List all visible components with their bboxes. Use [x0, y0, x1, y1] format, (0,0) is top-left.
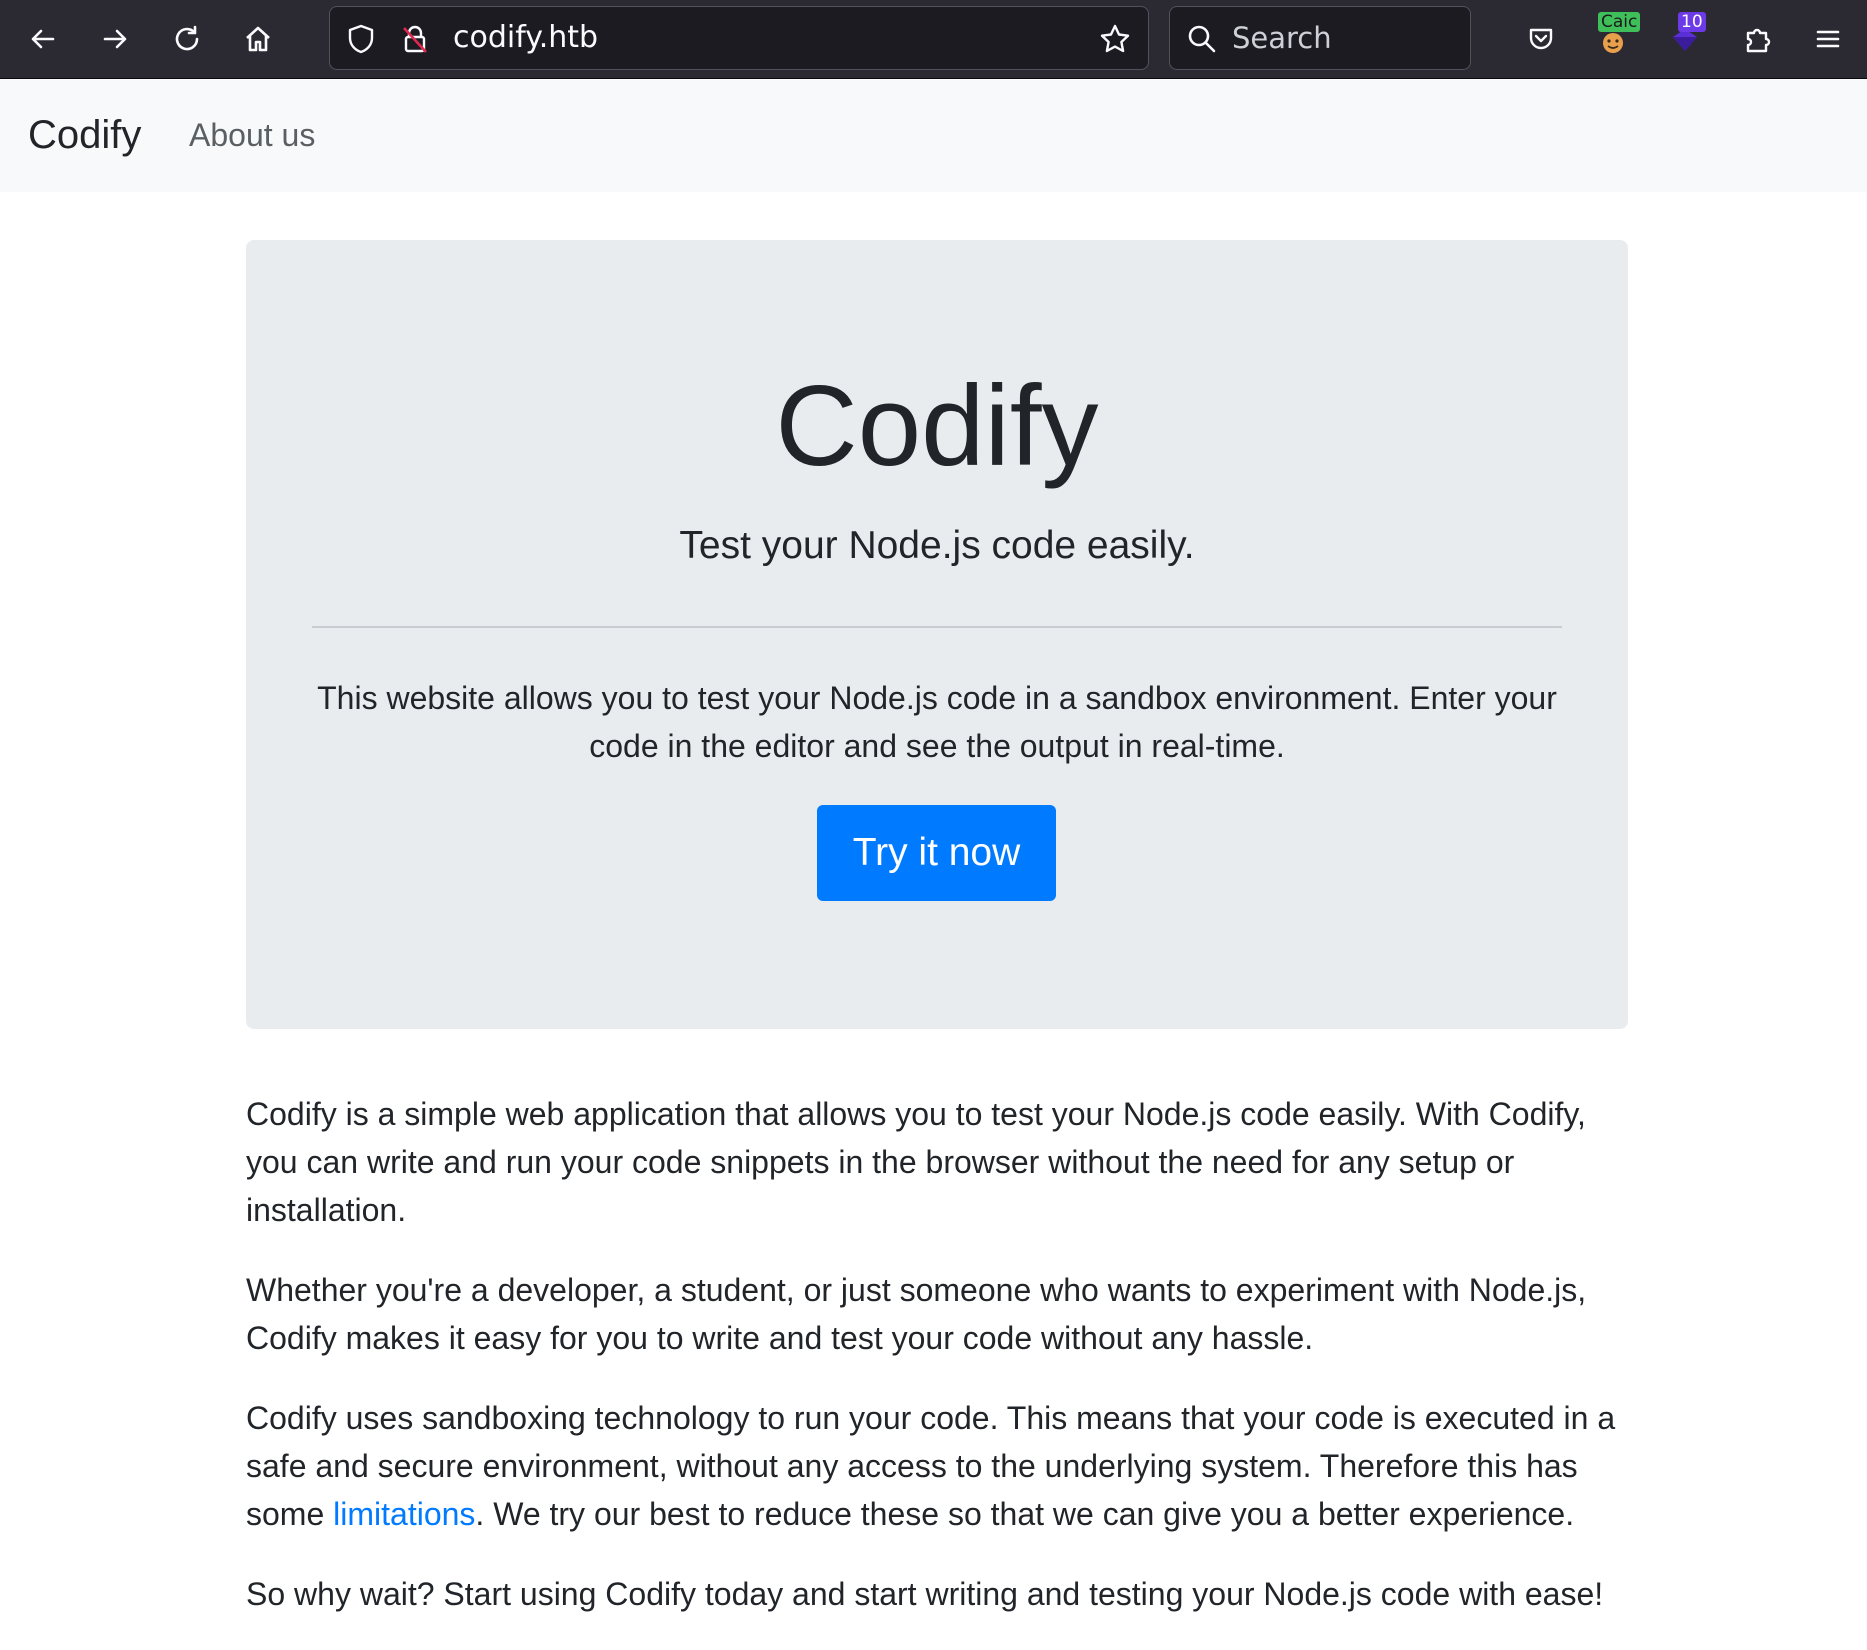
hero-title: Codify [775, 363, 1099, 490]
try-it-now-button[interactable]: Try it now [817, 805, 1056, 901]
intro-paragraph: Codify is a simple web application that … [246, 1096, 1586, 1228]
back-button[interactable] [18, 14, 68, 64]
insecure-lock-icon[interactable] [398, 22, 432, 56]
url-bar[interactable]: codify.htb [329, 6, 1149, 70]
url-text[interactable]: codify.htb [453, 7, 598, 69]
hero-lead: Test your Node.js code easily. [679, 524, 1195, 567]
extension-badge-2: 10 [1678, 12, 1706, 32]
pocket-icon [1529, 28, 1553, 50]
hero-description-line-2: code in the editor and see the output in… [589, 728, 1285, 764]
tracking-shield-icon[interactable] [344, 22, 378, 56]
puzzle-icon [1746, 28, 1771, 53]
limitations-link[interactable]: limitations [333, 1496, 475, 1532]
hero-jumbotron: Codify Test your Node.js code easily. Th… [246, 240, 1628, 1029]
home-button[interactable] [233, 14, 283, 64]
extension-badge-1: Caic [1598, 12, 1641, 32]
search-icon [1188, 25, 1216, 53]
sandbox-paragraph: Codify uses sandboxing technology to run… [246, 1394, 1628, 1538]
extensions-button[interactable] [1732, 14, 1782, 64]
back-arrow-icon [31, 29, 55, 49]
forward-button[interactable] [90, 14, 140, 64]
nav-link-about-us[interactable]: About us [189, 79, 315, 192]
menu-button[interactable] [1803, 14, 1853, 64]
closing-paragraph: So why wait? Start using Codify today an… [246, 1576, 1604, 1612]
search-placeholder: Search [1232, 21, 1332, 55]
navbar-brand[interactable]: Codify [28, 79, 141, 192]
pocket-button[interactable] [1516, 14, 1566, 64]
hero-description: This website allows you to test your Nod… [246, 674, 1628, 770]
reload-button[interactable] [162, 14, 212, 64]
hero-description-line-1: This website allows you to test your Nod… [317, 680, 1557, 716]
hero-divider [312, 626, 1562, 628]
audience-paragraph: Whether you're a developer, a student, o… [246, 1272, 1587, 1356]
forward-arrow-icon [103, 29, 127, 49]
site-navbar: Codify About us [0, 79, 1867, 192]
browser-toolbar: codify.htb Search Caic 10 [0, 0, 1867, 79]
reload-icon [175, 25, 199, 51]
extension-button-2[interactable]: 10 [1660, 12, 1710, 64]
extension-button-1[interactable]: Caic [1588, 12, 1641, 64]
home-icon [246, 26, 270, 52]
bookmark-star-icon[interactable] [1098, 22, 1132, 56]
main-content: Codify is a simple web application that … [246, 1090, 1628, 1650]
search-bar[interactable]: Search [1169, 6, 1471, 70]
sandbox-text-after: . We try our best to reduce these so tha… [475, 1496, 1575, 1532]
hamburger-menu-icon [1816, 30, 1840, 48]
